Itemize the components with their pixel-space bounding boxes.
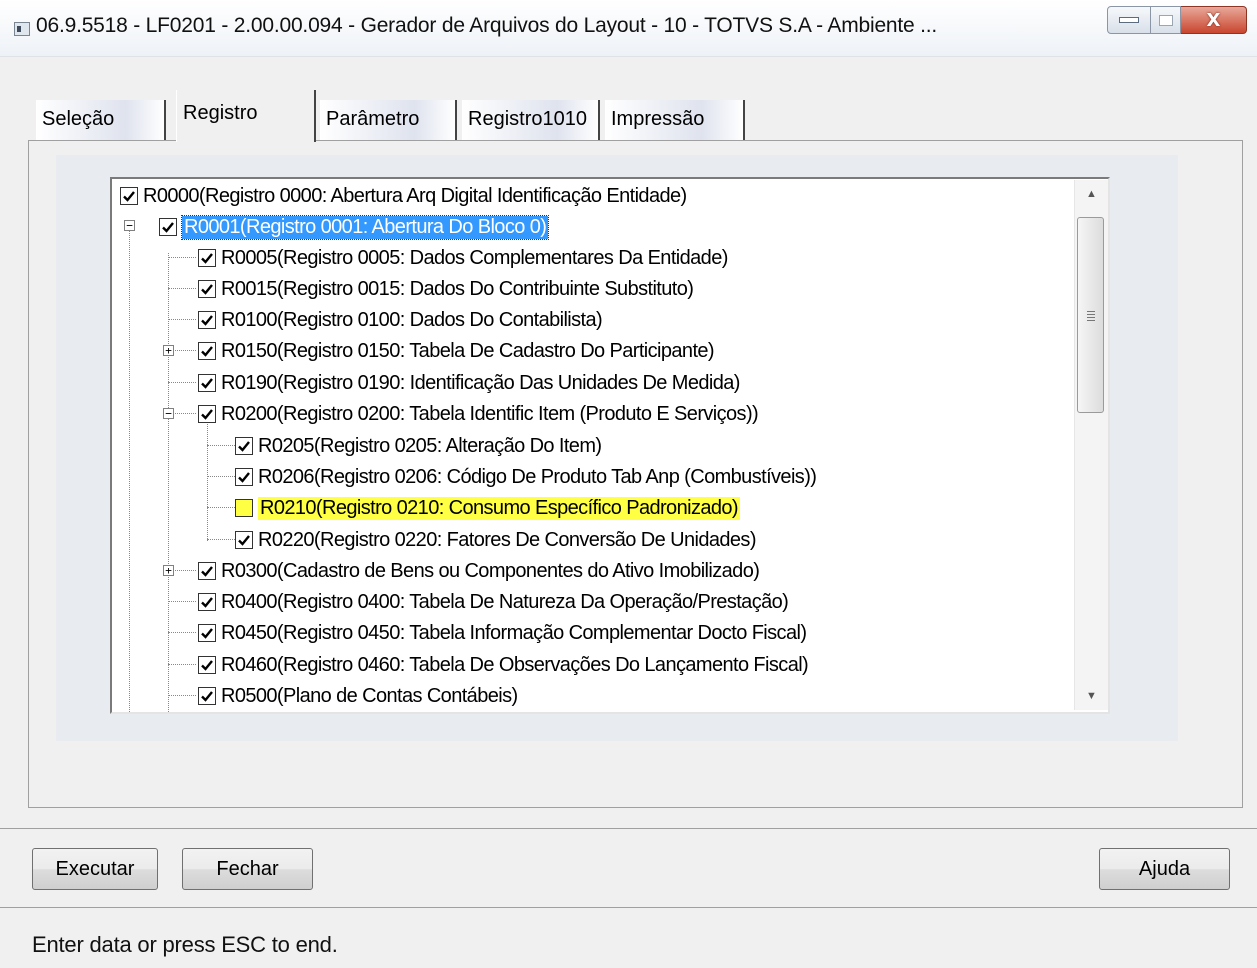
checkbox[interactable] xyxy=(198,311,216,329)
window-controls: X xyxy=(1107,6,1247,36)
tree-item-r0001[interactable]: R0001(Registro 0001: Abertura Do Bloco 0… xyxy=(159,213,550,241)
tree-item-r0205[interactable]: R0205(Registro 0205: Alteração Do Item) xyxy=(235,432,602,460)
checkbox[interactable] xyxy=(198,593,216,611)
tree-item-label: R0015(Registro 0015: Dados Do Contribuin… xyxy=(221,277,694,300)
checkbox[interactable] xyxy=(198,249,216,267)
status-bar: Enter data or press ESC to end. xyxy=(32,932,338,957)
maximize-icon xyxy=(1158,14,1173,26)
minimize-button[interactable] xyxy=(1107,6,1151,34)
maximize-button[interactable] xyxy=(1151,6,1181,34)
app-icon[interactable] xyxy=(14,22,30,36)
expand-icon[interactable]: + xyxy=(163,565,174,576)
tree-item-label: R0001(Registro 0001: Abertura Do Bloco 0… xyxy=(180,214,550,240)
minimize-icon xyxy=(1119,17,1139,23)
expand-icon[interactable]: + xyxy=(163,345,174,356)
tree-item-label: R0005(Registro 0005: Dados Complementare… xyxy=(221,246,728,269)
fechar-button[interactable]: Fechar xyxy=(182,848,313,890)
checkbox[interactable] xyxy=(198,624,216,642)
scrollbar-thumb[interactable] xyxy=(1077,217,1104,413)
tab-parametro[interactable]: Parâmetro xyxy=(320,100,457,140)
checkbox[interactable] xyxy=(198,687,216,705)
tree-item-r0200[interactable]: R0200(Registro 0200: Tabela Identific It… xyxy=(198,400,759,428)
tree-item-label: R0450(Registro 0450: Tabela Informação C… xyxy=(221,621,807,644)
tree-item-r0220[interactable]: R0220(Registro 0220: Fatores De Conversã… xyxy=(235,526,756,554)
tree-item-label: R0300(Cadastro de Bens ou Componentes do… xyxy=(221,559,760,582)
checkbox[interactable] xyxy=(198,405,216,423)
tree-item-label: R0206(Registro 0206: Código De Produto T… xyxy=(258,465,817,488)
tab-registro1010[interactable]: Registro1010 xyxy=(462,100,600,140)
tree-item-r0450[interactable]: R0450(Registro 0450: Tabela Informação C… xyxy=(198,619,807,647)
tree-item-r0000[interactable]: R0000(Registro 0000: Abertura Arq Digita… xyxy=(120,182,687,210)
divider xyxy=(0,828,1257,829)
checkbox[interactable] xyxy=(235,437,253,455)
tree-item-r0206[interactable]: R0206(Registro 0206: Código De Produto T… xyxy=(235,463,817,491)
collapse-icon[interactable]: − xyxy=(124,220,135,231)
checkbox[interactable] xyxy=(120,187,138,205)
tree-item-r0400[interactable]: R0400(Registro 0400: Tabela De Natureza … xyxy=(198,588,789,616)
checkbox[interactable] xyxy=(198,280,216,298)
tree-item-label: R0205(Registro 0205: Alteração Do Item) xyxy=(258,434,602,457)
tree-item-label: R0000(Registro 0000: Abertura Arq Digita… xyxy=(143,184,687,207)
tree-item-r0460[interactable]: R0460(Registro 0460: Tabela De Observaçõ… xyxy=(198,651,809,679)
grip-icon xyxy=(1087,311,1095,321)
tree-item-r0190[interactable]: R0190(Registro 0190: Identificação Das U… xyxy=(198,369,740,397)
checkbox[interactable] xyxy=(198,562,216,580)
tree-item-r0150[interactable]: R0150(Registro 0150: Tabela De Cadastro … xyxy=(198,337,715,365)
checkbox[interactable] xyxy=(198,342,216,360)
tree-item-label: R0190(Registro 0190: Identificação Das U… xyxy=(221,371,740,394)
tree-scrollbar[interactable]: ▲ ▼ xyxy=(1074,180,1108,710)
checkbox[interactable] xyxy=(198,656,216,674)
tree-item-r0210[interactable]: R0210(Registro 0210: Consumo Específico … xyxy=(235,494,740,522)
checkbox[interactable] xyxy=(198,374,216,392)
collapse-icon[interactable]: − xyxy=(163,408,174,419)
tree-item-label: R0210(Registro 0210: Consumo Específico … xyxy=(258,496,740,520)
checkbox[interactable] xyxy=(159,218,177,236)
tree-item-label: R0500(Plano de Contas Contábeis) xyxy=(221,684,518,707)
tree-item-r0005[interactable]: R0005(Registro 0005: Dados Complementare… xyxy=(198,244,728,272)
title-bar: 06.9.5518 - LF0201 - 2.00.00.094 - Gerad… xyxy=(0,0,1257,57)
tree-item-label: R0220(Registro 0220: Fatores De Conversã… xyxy=(258,528,756,551)
tab-selecao[interactable]: Seleção xyxy=(36,100,166,140)
tree-item-r0300[interactable]: R0300(Cadastro de Bens ou Componentes do… xyxy=(198,557,760,585)
checkbox[interactable] xyxy=(235,468,253,486)
tree-item-r0500[interactable]: R0500(Plano de Contas Contábeis) xyxy=(198,682,518,710)
scroll-up-arrow-icon[interactable]: ▲ xyxy=(1075,180,1108,208)
close-button[interactable]: X xyxy=(1181,6,1247,34)
executar-button[interactable]: Executar xyxy=(32,848,158,890)
divider xyxy=(0,907,1257,908)
checkbox[interactable] xyxy=(235,531,253,549)
ajuda-button[interactable]: Ajuda xyxy=(1099,848,1230,890)
checkbox[interactable] xyxy=(235,499,253,517)
tree-item-label: R0150(Registro 0150: Tabela De Cadastro … xyxy=(221,339,715,362)
tree-item-r0015[interactable]: R0015(Registro 0015: Dados Do Contribuin… xyxy=(198,275,694,303)
tree-item-label: R0460(Registro 0460: Tabela De Observaçõ… xyxy=(221,653,809,676)
tab-impressao[interactable]: Impressão xyxy=(605,100,745,140)
register-tree[interactable]: − + − + R0000(Registro 0000: Abertura Ar… xyxy=(110,177,1110,714)
window-title: 06.9.5518 - LF0201 - 2.00.00.094 - Gerad… xyxy=(36,14,938,37)
scroll-down-arrow-icon[interactable]: ▼ xyxy=(1075,682,1108,710)
tree-item-label: R0100(Registro 0100: Dados Do Contabilis… xyxy=(221,308,603,331)
tree-item-label: R0200(Registro 0200: Tabela Identific It… xyxy=(221,402,759,425)
close-icon: X xyxy=(1206,9,1221,31)
tab-registro[interactable]: Registro xyxy=(176,90,316,142)
tree-item-r0100[interactable]: R0100(Registro 0100: Dados Do Contabilis… xyxy=(198,306,603,334)
tree-item-label: R0400(Registro 0400: Tabela De Natureza … xyxy=(221,590,789,613)
